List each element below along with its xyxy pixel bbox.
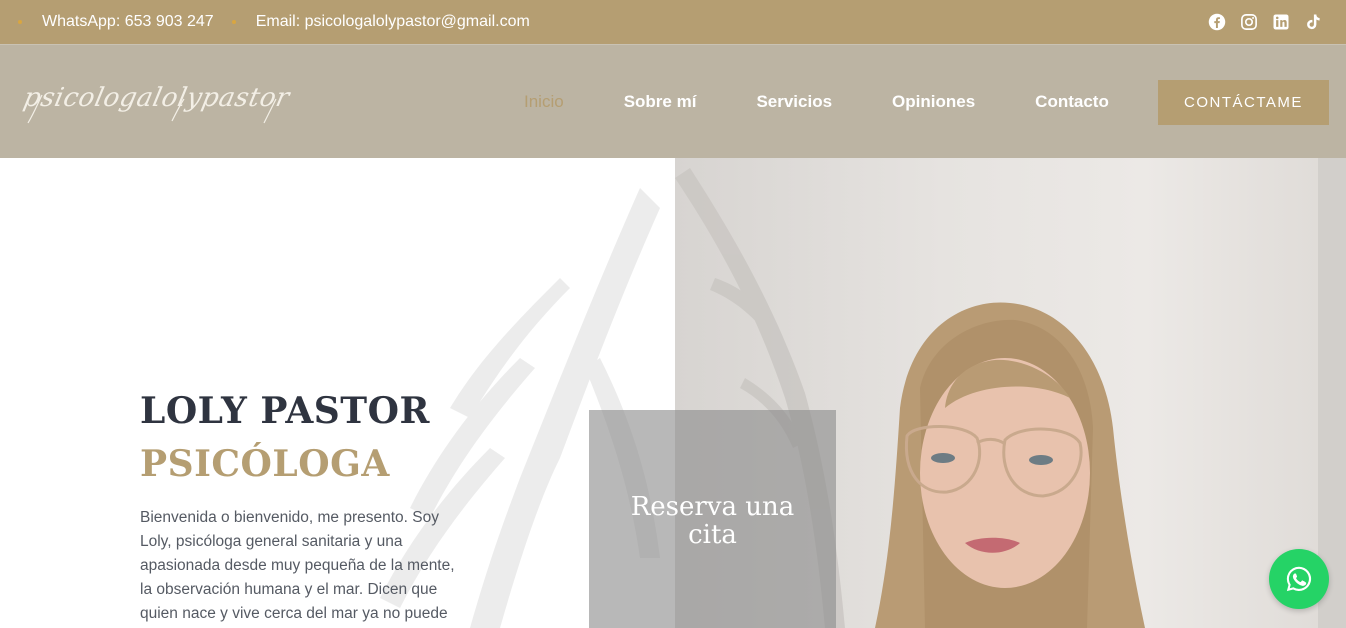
- site-logo[interactable]: psicologalolypastor: [20, 73, 306, 129]
- whatsapp-text[interactable]: WhatsApp: 653 903 247: [42, 13, 214, 31]
- main-nav: Inicio Sobre mí Servicios Opiniones Cont…: [524, 45, 1169, 159]
- facebook-icon[interactable]: [1208, 13, 1226, 31]
- nav-item-sobre-mi[interactable]: Sobre mí: [624, 92, 697, 112]
- book-appointment-label[interactable]: Reserva una cita: [628, 493, 798, 549]
- hero-section: LOLY PASTOR PSICÓLOGA Bienvenida o bienv…: [0, 158, 1346, 628]
- whatsapp-chat-button[interactable]: [1269, 549, 1329, 609]
- contact-me-button[interactable]: CONTÁCTAME: [1158, 80, 1329, 125]
- tiktok-icon[interactable]: [1304, 13, 1322, 31]
- contact-info: WhatsApp: 653 903 247 Email: psicologalo…: [18, 0, 530, 44]
- book-appointment-box[interactable]: Reserva una cita: [589, 410, 836, 628]
- photo-edge: [1318, 158, 1346, 628]
- nav-item-inicio[interactable]: Inicio: [524, 92, 564, 112]
- hero-name: LOLY PASTOR: [140, 390, 430, 432]
- linkedin-icon[interactable]: [1272, 13, 1290, 31]
- bullet-icon: [231, 20, 236, 24]
- nav-item-servicios[interactable]: Servicios: [756, 92, 832, 112]
- nav-item-opiniones[interactable]: Opiniones: [892, 92, 975, 112]
- hero-intro-text: Bienvenida o bienvenido, me presento. So…: [140, 509, 455, 622]
- top-bar: WhatsApp: 653 903 247 Email: psicologalo…: [0, 0, 1346, 44]
- bullet-icon: [18, 20, 22, 24]
- instagram-icon[interactable]: [1240, 13, 1258, 31]
- email-text[interactable]: Email: psicologalolypastor@gmail.com: [256, 13, 530, 31]
- whatsapp-contact[interactable]: WhatsApp: 653 903 247: [18, 13, 214, 31]
- nav-item-contacto[interactable]: Contacto: [1035, 92, 1109, 112]
- site-header: psicologalolypastor Inicio Sobre mí Serv…: [0, 44, 1346, 158]
- whatsapp-icon: [1286, 566, 1312, 592]
- email-contact[interactable]: Email: psicologalolypastor@gmail.com: [231, 13, 530, 31]
- logo-text: psicologalolypastor: [20, 83, 293, 113]
- social-links: [1208, 0, 1322, 44]
- hero-role: PSICÓLOGA: [140, 443, 390, 485]
